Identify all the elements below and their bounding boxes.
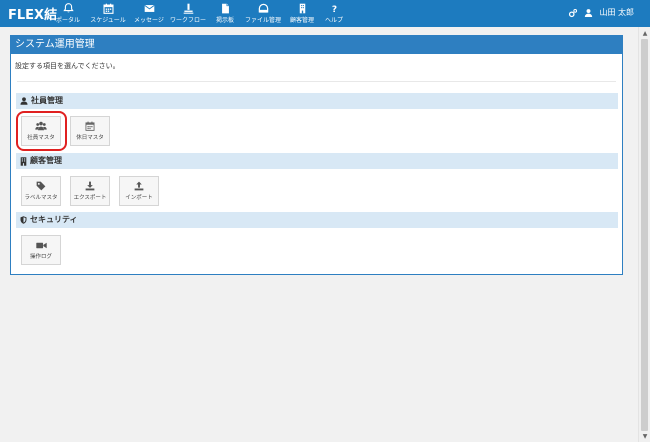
tile-label: エクスポート — [73, 195, 107, 201]
nav-customer-management[interactable]: 顧客管理 — [284, 0, 320, 27]
user-area: 山田 太郎 — [568, 7, 634, 18]
user-icon — [20, 97, 28, 105]
tile-label: 休日マスタ — [76, 135, 104, 141]
section-title: 顧客管理 — [30, 156, 62, 165]
svg-text:?: ? — [331, 5, 336, 14]
nav-label: ファイル管理 — [244, 17, 281, 24]
scroll-up-arrow-icon[interactable]: ▲ — [641, 29, 649, 37]
scrollbar-thumb[interactable] — [641, 39, 648, 431]
help-icon: ? — [331, 5, 336, 14]
tile-label: ラベルマスタ — [24, 195, 58, 201]
section-title: セキュリティ — [30, 215, 78, 224]
building-icon — [20, 156, 27, 166]
system-admin-panel: システム運用管理 設定する項目を選んでください。 社員管理 社員マスタ 休日マス… — [10, 35, 623, 275]
user-icon — [585, 8, 593, 17]
tile-employee-master[interactable]: 社員マスタ — [21, 116, 61, 146]
user-name[interactable]: 山田 太郎 — [599, 7, 634, 18]
section-header-customer: 顧客管理 — [16, 153, 618, 169]
gear-icon[interactable] — [568, 8, 578, 18]
file-icon — [258, 3, 268, 13]
tile-export[interactable]: エクスポート — [70, 176, 110, 206]
instruction-text: 設定する項目を選んでください。 — [15, 62, 120, 70]
tile-label: 操作ログ — [29, 253, 52, 260]
customer-icon — [299, 3, 305, 14]
envelope-icon — [143, 5, 155, 12]
section-header-employee: 社員管理 — [16, 93, 618, 109]
bulletin-icon — [221, 3, 229, 14]
nav-label: ヘルプ — [324, 17, 343, 24]
tile-label: インポート — [125, 195, 153, 201]
nav-file-management[interactable]: ファイル管理 — [242, 0, 284, 27]
tile-import[interactable]: インポート — [119, 176, 159, 206]
top-navigation-bar: FLEX結 ポータル スケジュール メッセージ ワークフロー 掲示板 ファイル管… — [0, 0, 650, 27]
nav-label: ポータル — [55, 17, 80, 24]
vertical-scrollbar[interactable]: ▲ ▼ — [638, 27, 650, 442]
nav-label: メッセージ — [134, 17, 164, 24]
panel-title: システム運用管理 — [11, 36, 622, 54]
nav-label: ワークフロー — [169, 17, 206, 24]
shield-icon — [20, 216, 27, 224]
nav-schedule[interactable]: スケジュール — [86, 0, 130, 27]
calendar-icon — [102, 3, 114, 14]
divider — [17, 81, 616, 82]
tile-operation-log[interactable]: 操作ログ — [21, 235, 61, 265]
nav-portal[interactable]: ポータル — [50, 0, 86, 27]
video-camera-icon — [35, 242, 47, 248]
users-icon — [35, 121, 47, 131]
main-nav: ポータル スケジュール メッセージ ワークフロー 掲示板 ファイル管理 顧客管理… — [50, 0, 348, 27]
download-icon — [85, 181, 95, 191]
nav-label: スケジュール — [90, 17, 126, 24]
tile-holiday-master[interactable]: 休日マスタ — [70, 116, 110, 146]
workflow-icon — [183, 3, 193, 14]
tag-icon — [36, 181, 46, 191]
section-header-security: セキュリティ — [16, 212, 618, 228]
nav-label: 顧客管理 — [289, 17, 314, 24]
scroll-down-arrow-icon[interactable]: ▼ — [641, 432, 649, 440]
bell-icon — [62, 3, 74, 13]
tile-label-master[interactable]: ラベルマスタ — [21, 176, 61, 206]
nav-bulletin[interactable]: 掲示板 — [208, 0, 242, 27]
tile-label: 社員マスタ — [27, 135, 55, 141]
nav-workflow[interactable]: ワークフロー — [168, 0, 208, 27]
nav-label: 掲示板 — [215, 17, 234, 24]
section-title: 社員管理 — [31, 96, 63, 105]
nav-help[interactable]: ? ヘルプ — [320, 0, 348, 27]
nav-message[interactable]: メッセージ — [130, 0, 168, 27]
upload-icon — [134, 181, 144, 191]
calendar-icon — [85, 121, 95, 131]
